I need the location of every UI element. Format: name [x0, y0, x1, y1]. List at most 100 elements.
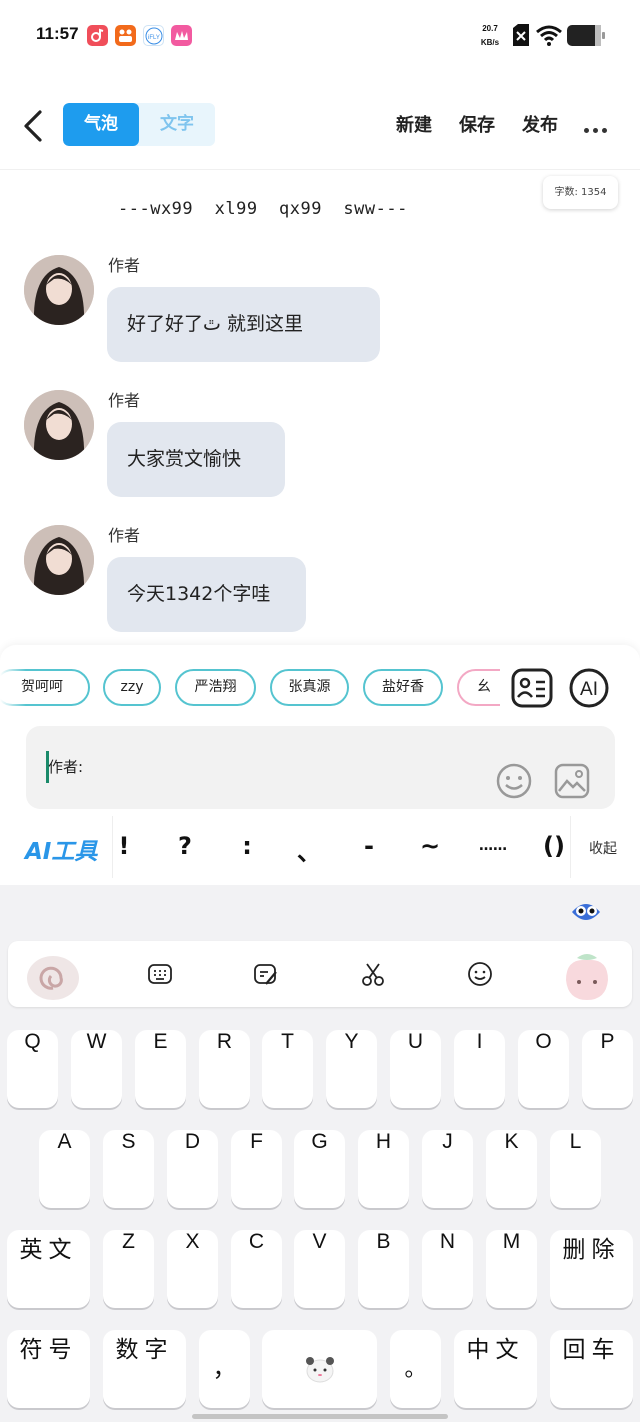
key-v[interactable]: V — [294, 1230, 345, 1308]
scissors-icon[interactable] — [359, 960, 387, 988]
key-d[interactable]: D — [167, 1130, 218, 1208]
character-chip[interactable]: 盐好香 — [363, 669, 443, 706]
key-p[interactable]: P — [582, 1030, 633, 1108]
key-o[interactable]: O — [518, 1030, 569, 1108]
new-button[interactable]: 新建 — [396, 111, 432, 137]
chat-message[interactable]: 作者 大家赏文愉快 — [0, 390, 640, 520]
key-x[interactable]: X — [167, 1230, 218, 1308]
key-a[interactable]: A — [39, 1130, 90, 1208]
sim-icon — [513, 24, 529, 46]
emoji-icon[interactable] — [494, 761, 534, 801]
message-author: 作者 — [108, 526, 141, 545]
avatar[interactable] — [24, 390, 94, 460]
chinese-mode-key[interactable]: 中文 — [454, 1330, 537, 1408]
key-g[interactable]: G — [294, 1130, 345, 1208]
key-r[interactable]: R — [199, 1030, 250, 1108]
handwriting-icon[interactable] — [252, 960, 280, 988]
key-l[interactable]: L — [550, 1130, 601, 1208]
message-bubble[interactable]: 今天1342个字哇 — [107, 557, 306, 632]
key-m[interactable]: M — [486, 1230, 537, 1308]
character-chip[interactable]: 张真源 — [270, 669, 349, 706]
punctuation-key[interactable]: : — [227, 832, 267, 860]
live-app-icon — [171, 25, 192, 46]
status-bar: 11:57 iFLY 20.7 KB/s — [0, 0, 640, 72]
avatar[interactable] — [24, 525, 94, 595]
numbers-key[interactable]: 数字 — [103, 1330, 186, 1408]
ai-tools-button[interactable]: AI工具 — [25, 832, 97, 866]
comma-key[interactable]: ， — [199, 1330, 250, 1408]
message-bubble[interactable]: 大家赏文愉快 — [107, 422, 285, 497]
panda-icon — [306, 1357, 334, 1383]
swirl-logo-icon[interactable] — [25, 950, 81, 1002]
strawberry-skin-icon[interactable] — [560, 948, 614, 1004]
status-time: 11:57 — [36, 24, 79, 43]
key-k[interactable]: K — [486, 1130, 537, 1208]
key-c[interactable]: C — [231, 1230, 282, 1308]
key-w[interactable]: W — [71, 1030, 122, 1108]
wifi-icon — [536, 25, 562, 46]
editor-top-bar: 气泡 文字 新建 保存 发布 — [0, 84, 640, 170]
keyboard-toolbar — [8, 941, 632, 1007]
space-key[interactable] — [262, 1330, 377, 1408]
tab-bubble[interactable]: 气泡 — [63, 103, 139, 146]
svg-text:AI: AI — [580, 679, 598, 700]
punctuation-key[interactable]: ! — [104, 832, 144, 860]
tab-text[interactable]: 文字 — [139, 103, 215, 146]
character-card-icon[interactable] — [511, 667, 553, 709]
save-button[interactable]: 保存 — [459, 111, 495, 137]
publish-button[interactable]: 发布 — [522, 111, 558, 137]
character-chips: 贺呵呵 zzy 严浩翔 张真源 盐好香 幺 — [0, 669, 500, 707]
ifly-app-icon: iFLY — [143, 25, 164, 46]
emoji-keyboard-icon[interactable] — [466, 960, 494, 988]
battery-icon — [567, 25, 605, 46]
key-n[interactable]: N — [422, 1230, 473, 1308]
ai-assist-icon[interactable]: AI — [568, 667, 610, 709]
message-bubble[interactable]: 好了好了ﭢ 就到这里 — [107, 287, 380, 362]
key-q[interactable]: Q — [7, 1030, 58, 1108]
key-z[interactable]: Z — [103, 1230, 154, 1308]
character-chip[interactable]: zzy — [103, 669, 161, 706]
chat-message[interactable]: 作者 今天1342个字哇 — [0, 525, 640, 655]
punctuation-key[interactable]: …… — [473, 838, 513, 854]
back-arrow-icon[interactable] — [18, 106, 48, 146]
delete-key[interactable]: 删除 — [550, 1230, 633, 1308]
key-t[interactable]: T — [262, 1030, 313, 1108]
mode-switch: 气泡 文字 — [63, 103, 215, 146]
key-f[interactable]: F — [231, 1130, 282, 1208]
key-y[interactable]: Y — [326, 1030, 377, 1108]
key-e[interactable]: E — [135, 1030, 186, 1108]
chat-message[interactable]: 作者 好了好了ﭢ 就到这里 — [0, 255, 640, 385]
mascot-icon[interactable] — [568, 894, 604, 930]
video-app-icon — [115, 25, 136, 46]
key-b[interactable]: B — [358, 1230, 409, 1308]
key-j[interactable]: J — [422, 1130, 473, 1208]
story-headline: ---wx99 xl99 qx99 sww--- — [118, 199, 408, 219]
network-speed: 20.7 KB/s — [480, 24, 500, 47]
svg-text:iFLY: iFLY — [148, 35, 160, 41]
message-author: 作者 — [108, 256, 141, 275]
more-options-icon[interactable] — [584, 118, 614, 133]
enter-key[interactable]: 回车 — [550, 1330, 633, 1408]
image-icon[interactable] — [552, 761, 592, 801]
symbols-key[interactable]: 符号 — [7, 1330, 90, 1408]
punctuation-key[interactable]: ~ — [410, 832, 450, 860]
key-h[interactable]: H — [358, 1130, 409, 1208]
character-chip[interactable]: 幺 — [457, 669, 500, 706]
period-key[interactable]: 。 — [390, 1330, 441, 1408]
punctuation-key[interactable]: 、 — [289, 832, 329, 867]
keyboard-switch-icon[interactable] — [146, 960, 174, 988]
punctuation-key[interactable]: - — [349, 832, 389, 860]
character-chip[interactable]: 严浩翔 — [175, 669, 256, 706]
input-value[interactable]: 作者: — [48, 756, 83, 777]
key-s[interactable]: S — [103, 1130, 154, 1208]
avatar[interactable] — [24, 255, 94, 325]
word-count-badge: 字数: 1354 — [543, 176, 618, 209]
english-mode-key[interactable]: 英文 — [7, 1230, 90, 1308]
key-i[interactable]: I — [454, 1030, 505, 1108]
collapse-button[interactable]: 收起 — [589, 838, 617, 858]
punctuation-key[interactable]: ? — [165, 832, 205, 860]
message-author: 作者 — [108, 391, 141, 410]
punctuation-key[interactable]: () — [534, 832, 574, 860]
home-indicator — [192, 1414, 448, 1419]
key-u[interactable]: U — [390, 1030, 441, 1108]
